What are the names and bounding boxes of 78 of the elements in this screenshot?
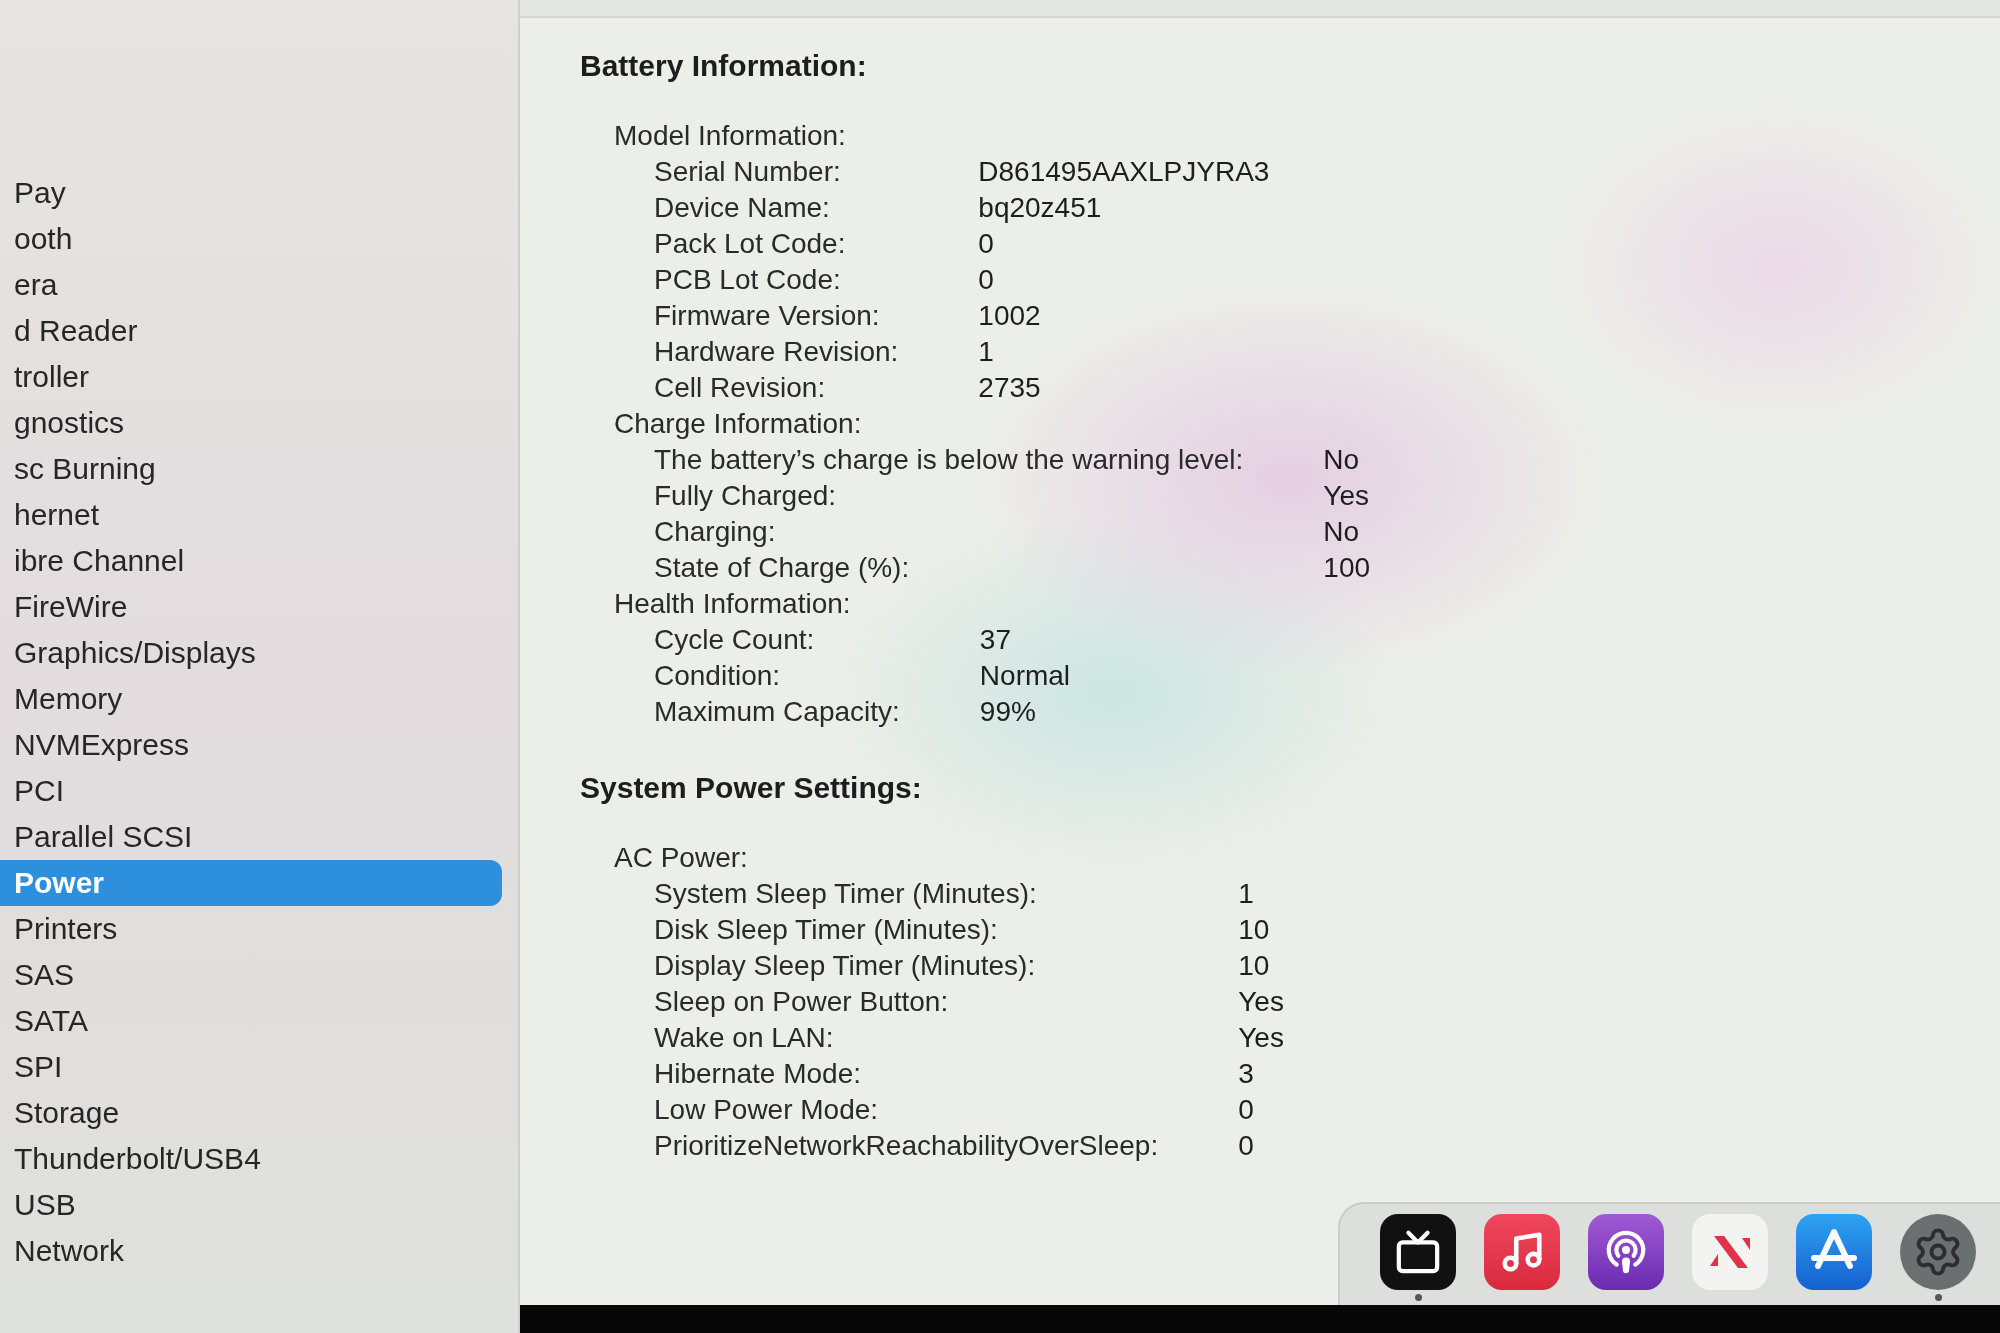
sidebar-item[interactable]: era (0, 262, 502, 308)
sidebar-item[interactable]: PCI (0, 768, 502, 814)
property-label: Serial Number: (653, 155, 842, 189)
property-value: 2735 (978, 371, 1042, 405)
property-label: Hibernate Mode: (653, 1057, 862, 1091)
property-label: Pack Lot Code: (653, 227, 847, 261)
property-value: 0 (1238, 1129, 1255, 1163)
sidebar-item[interactable]: Thunderbolt/USB4 (0, 1136, 502, 1182)
crossed-sticks-icon[interactable] (1796, 1214, 1872, 1290)
property-label: System Sleep Timer (Minutes): (653, 877, 1038, 911)
property-label: Cycle Count: (653, 623, 816, 657)
sidebar-item[interactable]: d Reader (0, 308, 502, 354)
property-label: Sleep on Power Button: (653, 985, 950, 1019)
property-label: Firmware Version: (653, 299, 881, 333)
sidebar-item[interactable]: USB (0, 1182, 502, 1228)
sidebar-item[interactable]: Pay (0, 170, 502, 216)
property-label: Wake on LAN: (653, 1021, 835, 1055)
property-value: 37 (979, 623, 1012, 657)
group-label: Health Information: (614, 587, 851, 621)
property-value: Yes (1238, 1021, 1284, 1055)
property-value: Yes (1323, 479, 1371, 513)
property-value: 0 (1238, 1093, 1255, 1127)
property-value: No (1323, 443, 1361, 477)
sidebar-item[interactable]: Memory (0, 676, 502, 722)
property-label: Low Power Mode: (653, 1093, 880, 1127)
sidebar-item[interactable]: Graphics/Displays (0, 630, 502, 676)
property-value: 10 (1238, 913, 1271, 947)
diagonal-stripes-icon[interactable] (1692, 1214, 1768, 1290)
property-label: Maximum Capacity: (653, 695, 900, 729)
sidebar-item[interactable]: Printers (0, 906, 502, 952)
sidebar-item[interactable]: troller (0, 354, 502, 400)
sidebar-item[interactable]: SPI (0, 1044, 502, 1090)
sidebar-item[interactable]: FireWire (0, 584, 502, 630)
property-value: 0 (978, 227, 995, 261)
property-label: Fully Charged: (653, 479, 838, 513)
property-value: No (1323, 515, 1361, 549)
property-value: 1 (1238, 877, 1255, 911)
property-label: Cell Revision: (653, 371, 827, 405)
property-label: Condition: (653, 659, 782, 693)
property-value: 1002 (978, 299, 1042, 333)
sidebar-item[interactable]: gnostics (0, 400, 502, 446)
sidebar-item[interactable]: SATA (0, 998, 502, 1044)
sidebar-item[interactable]: Network (0, 1228, 502, 1274)
property-label: PCB Lot Code: (653, 263, 842, 297)
sidebar-item[interactable]: Parallel SCSI (0, 814, 502, 860)
property-value: 99% (979, 695, 1037, 729)
section-heading: System Power Settings: (580, 770, 922, 806)
sidebar-item[interactable]: ooth (0, 216, 502, 262)
group-label: AC Power: (614, 841, 748, 875)
section-heading: Battery Information: (580, 48, 867, 84)
property-label: State of Charge (%): (653, 551, 911, 585)
group-label: Charge Information: (614, 407, 862, 441)
sidebar-item[interactable]: ibre Channel (0, 538, 502, 584)
television-icon[interactable] (1380, 1214, 1456, 1290)
property-label: Disk Sleep Timer (Minutes): (653, 913, 999, 947)
property-label: PrioritizeNetworkReachabilityOverSleep: (653, 1129, 1159, 1163)
group-label: Model Information: (614, 119, 846, 153)
property-label: Hardware Revision: (653, 335, 899, 369)
property-value: 100 (1323, 551, 1371, 585)
property-value: Normal (979, 659, 1071, 693)
sidebar-item[interactable]: NVMExpress (0, 722, 502, 768)
property-value: D861495AAXLPJYRA3 (978, 155, 1270, 189)
property-value: 1 (978, 335, 995, 369)
property-value: 0 (978, 263, 995, 297)
sidebar-item[interactable]: SAS (0, 952, 502, 998)
music-note-icon[interactable] (1484, 1214, 1560, 1290)
property-label: Display Sleep Timer (Minutes): (653, 949, 1037, 983)
podcast-icon[interactable] (1588, 1214, 1664, 1290)
property-value: 10 (1238, 949, 1271, 983)
property-label: Device Name: (653, 191, 831, 225)
property-value: 3 (1238, 1057, 1255, 1091)
property-value: Yes (1238, 985, 1284, 1019)
property-value: bq20z451 (978, 191, 1103, 225)
sidebar-item[interactable]: sc Burning (0, 446, 502, 492)
sidebar-item[interactable]: Storage (0, 1090, 502, 1136)
property-label: The battery’s charge is below the warning level: (653, 443, 1244, 477)
sidebar-item[interactable]: hernet (0, 492, 502, 538)
property-label: Charging: (653, 515, 777, 549)
